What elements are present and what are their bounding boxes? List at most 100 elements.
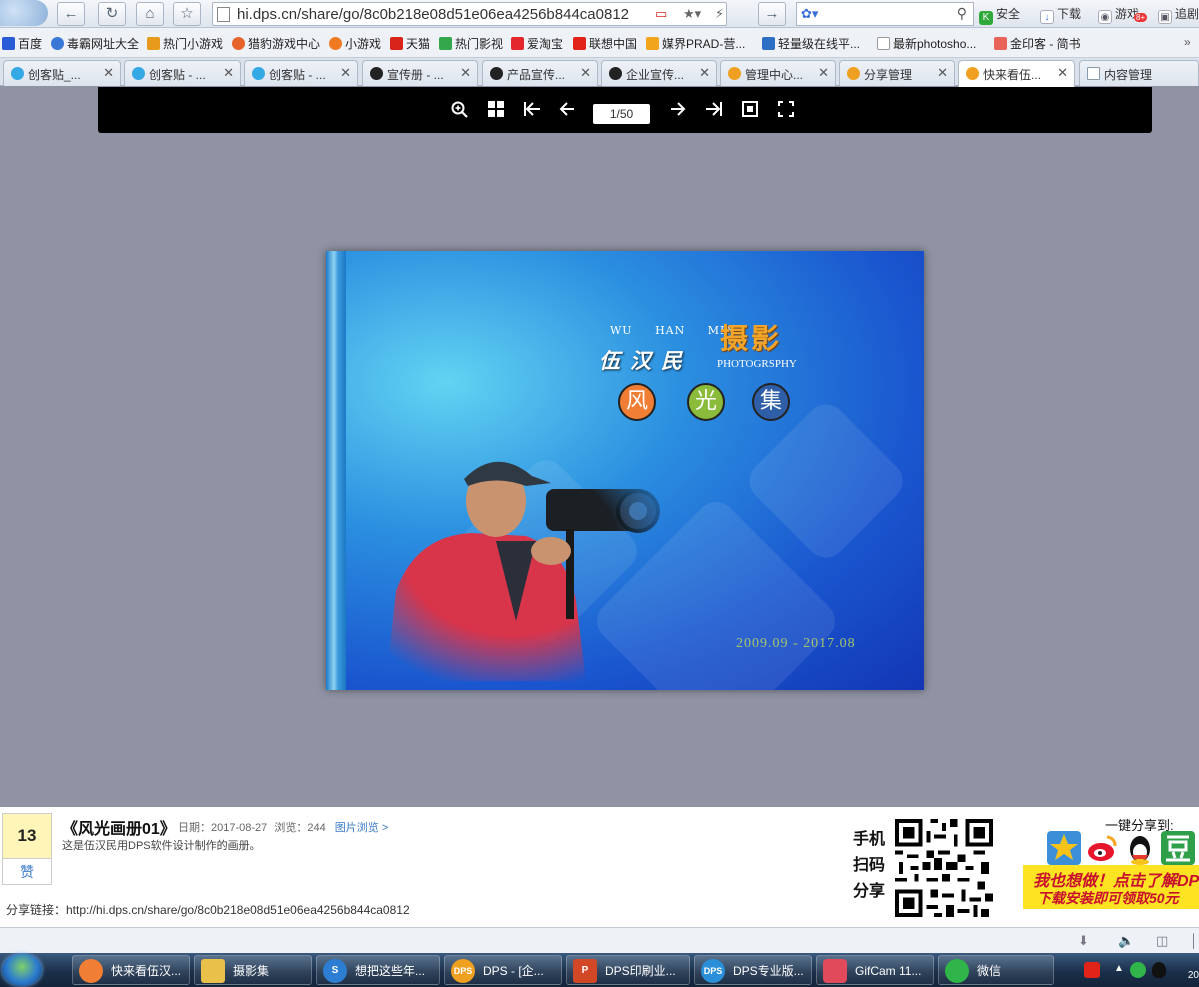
search-input[interactable]: ✿▾ ⚲ [796, 2, 974, 26]
back-button[interactable]: ← [57, 2, 85, 26]
tab[interactable]: 创客贴 - ... ✕ [124, 60, 241, 86]
bookmark-item[interactable]: 热门影视 [439, 35, 503, 52]
close-tab-icon[interactable]: ✕ [937, 65, 948, 81]
bookmark-item[interactable]: 爱淘宝 [511, 35, 563, 52]
close-tab-icon[interactable]: ✕ [1057, 65, 1068, 81]
clock[interactable]: 20 [1188, 970, 1199, 981]
home-button[interactable]: ⌂ [136, 2, 164, 26]
bookmark-item[interactable]: 媒界PRAD-营... [646, 35, 745, 52]
fullscreen-icon[interactable] [775, 101, 797, 123]
bookmark-label: 小游戏 [345, 37, 382, 51]
album-title: 《风光画册01》 [62, 821, 176, 838]
tab-label: 宣传册 - ... [387, 68, 444, 82]
share-link[interactable]: 分享链接：http://hi.dps.cn/share/go/8c0b218e0… [6, 901, 410, 918]
bookmark-item[interactable]: 联想中国 [573, 35, 637, 52]
security-button[interactable]: K 安全 [979, 5, 1020, 25]
bookmark-label: 猎豹游戏中心 [248, 37, 321, 51]
games-badge: 8+ [1134, 13, 1148, 22]
download-status-icon[interactable]: ⬇ [1078, 933, 1089, 949]
bookmark-item[interactable]: 金印客 - 简书 [994, 35, 1081, 52]
taskbar-item[interactable]: 微信 [938, 955, 1054, 985]
close-tab-icon[interactable]: ✕ [580, 65, 591, 81]
bookmark-item[interactable]: 小游戏 [329, 35, 381, 52]
forward-go-button[interactable]: → [758, 2, 786, 26]
blocked-icon[interactable]: ▭ [655, 6, 667, 22]
tab[interactable]: 企业宣传... ✕ [601, 60, 717, 86]
bookmark-item[interactable]: 毒霸网址大全 [51, 35, 139, 52]
favorite-button[interactable]: ☆ [173, 2, 201, 26]
first-page-icon[interactable] [521, 101, 543, 123]
bookmark-item[interactable]: 热门小游戏 [147, 35, 223, 52]
tab-label: 管理中心... [745, 68, 804, 82]
baidu-paw-icon[interactable]: ✿▾ [801, 6, 818, 22]
tab-active[interactable]: 快来看伍... ✕ [958, 60, 1075, 87]
tray-expand-icon[interactable]: ▲ [1114, 963, 1124, 974]
weibo-share-icon[interactable] [1085, 831, 1119, 865]
next-page-icon[interactable] [667, 101, 689, 123]
wechat-tray-icon[interactable] [1130, 962, 1146, 978]
like-button[interactable]: 13 赞 [2, 813, 52, 885]
tab[interactable]: 创客贴 - ... ✕ [244, 60, 358, 86]
star-icon[interactable]: ★▾ [683, 6, 701, 22]
more-button[interactable]: ▣ 追剧 [1158, 5, 1199, 24]
bookmarks-more-icon[interactable]: » [1184, 35, 1191, 49]
bookmark-item[interactable]: 天猫 [390, 35, 430, 52]
games-button[interactable]: ◉ 游戏 8+ [1098, 5, 1148, 24]
bookmark-item[interactable]: 猎豹游戏中心 [232, 35, 320, 52]
tab[interactable]: 产品宣传... ✕ [482, 60, 598, 86]
bookmarks-bar: 百度 毒霸网址大全 热门小游戏 猎豹游戏中心 小游戏 天猫 热门影视 爱淘宝 联… [0, 28, 1199, 58]
tab-favicon [1087, 67, 1100, 80]
page-indicator-input[interactable]: 1/50 [593, 104, 650, 124]
taskbar-label: 微信 [977, 964, 1002, 978]
download-button[interactable]: ↓ 下载 [1040, 5, 1081, 24]
book-cover[interactable]: WU HAN MIN 伍汉民 摄影 PHOTOGRSPHY 风 光 集 2009… [326, 251, 924, 690]
browser-logo-icon[interactable] [0, 0, 48, 26]
address-bar[interactable]: hi.dps.cn/share/go/8c0b218e08d51e06ea425… [212, 2, 727, 26]
close-tab-icon[interactable]: ✕ [699, 65, 710, 81]
taskbar-item[interactable]: DPS DPS - [企... [444, 955, 562, 985]
taskbar-item[interactable]: GifCam 11... [816, 955, 934, 985]
thumbnails-icon[interactable] [485, 101, 507, 123]
lightning-icon[interactable]: ⚡ [715, 6, 724, 22]
taskbar-item[interactable]: P DPS印刷业... [566, 955, 690, 985]
start-button[interactable] [2, 954, 42, 986]
sogou-ime-icon[interactable] [1084, 962, 1100, 978]
search-icon[interactable]: ⚲ [957, 5, 967, 22]
qr-code [894, 819, 994, 917]
address-url[interactable]: hi.dps.cn/share/go/8c0b218e08d51e06ea425… [237, 6, 637, 23]
reload-button[interactable]: ↻ [98, 2, 126, 26]
bookmark-item[interactable]: 最新photosho... [877, 35, 976, 52]
close-tab-icon[interactable]: ✕ [460, 65, 471, 81]
tab[interactable]: 内容管理 [1079, 60, 1199, 86]
previous-page-icon[interactable] [556, 101, 578, 123]
close-tab-icon[interactable]: ✕ [340, 65, 351, 81]
tab[interactable]: 管理中心... ✕ [720, 60, 836, 86]
close-tab-icon[interactable]: ✕ [103, 65, 114, 81]
bookmark-item[interactable]: 轻量级在线平... [762, 35, 860, 52]
tab[interactable]: 分享管理 ✕ [839, 60, 955, 86]
taskbar-item[interactable]: 快来看伍汉... [72, 955, 190, 985]
bookmark-item[interactable]: 百度 [2, 35, 42, 52]
tab-favicon [847, 67, 860, 80]
status-more-icon[interactable]: │ [1190, 933, 1198, 948]
tab[interactable]: 宣传册 - ... ✕ [362, 60, 478, 86]
taskbar-item[interactable]: 摄影集 [194, 955, 312, 985]
zoom-in-icon[interactable] [449, 101, 471, 123]
douban-share-icon[interactable] [1161, 831, 1195, 865]
last-page-icon[interactable] [703, 101, 725, 123]
close-tab-icon[interactable]: ✕ [818, 65, 829, 81]
dps-promo-banner[interactable]: 我也想做！点击了解DPS 下载安装即可领取50元 [1023, 865, 1199, 909]
qzone-share-icon[interactable] [1047, 831, 1081, 865]
window-restore-icon[interactable]: ◫ [1156, 933, 1168, 949]
single-page-icon[interactable] [739, 101, 761, 123]
tab-favicon [490, 67, 503, 80]
qq-tray-icon[interactable] [1152, 962, 1166, 978]
tab-favicon [11, 67, 24, 80]
volume-icon[interactable]: 🔈 [1118, 933, 1134, 949]
close-tab-icon[interactable]: ✕ [223, 65, 234, 81]
taskbar-item[interactable]: DPS DPS专业版... [694, 955, 812, 985]
tab[interactable]: 创客贴_... ✕ [3, 60, 121, 86]
image-browse-link[interactable]: 图片浏览 > [335, 822, 388, 834]
taskbar-item[interactable]: S 想把这些年... [316, 955, 440, 985]
qq-share-icon[interactable] [1123, 831, 1157, 865]
